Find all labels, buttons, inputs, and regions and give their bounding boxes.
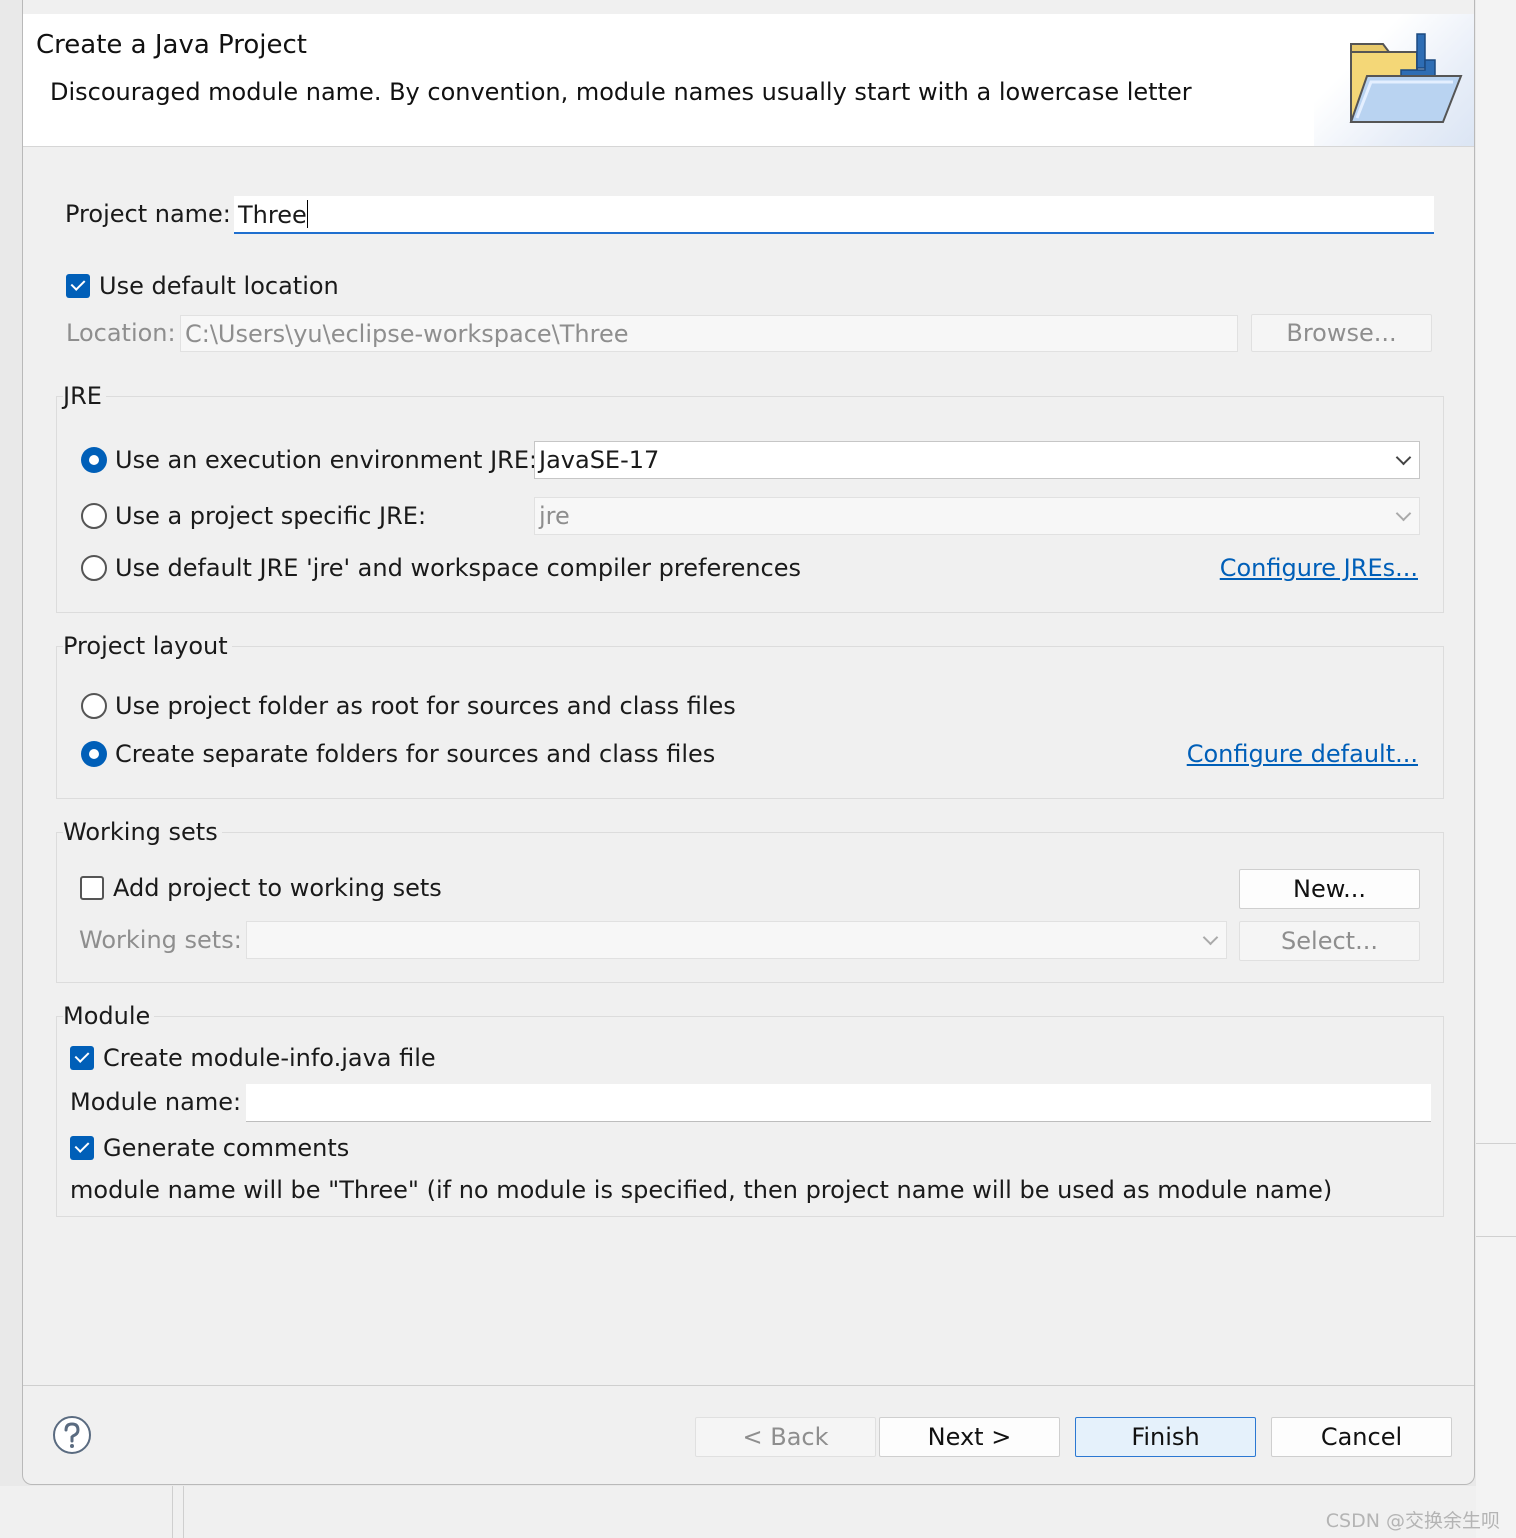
execution-environment-value: JavaSE-17 [539, 446, 660, 474]
module-name-label: Module name: [70, 1088, 242, 1116]
browse-button[interactable]: Browse... [1251, 314, 1432, 352]
project-name-input[interactable]: Three [234, 196, 1434, 234]
generate-comments-checkbox[interactable] [70, 1136, 94, 1160]
use-default-location-checkbox[interactable] [66, 274, 90, 298]
execution-environment-label[interactable]: Use an execution environment JRE: [115, 446, 537, 474]
background-window-right [1476, 0, 1516, 1538]
default-jre-radio[interactable] [81, 555, 107, 581]
background-divider [172, 1486, 173, 1538]
wizard-header: Create a Java Project Discouraged module… [23, 14, 1474, 147]
select-working-sets-button[interactable]: Select... [1239, 921, 1420, 961]
working-sets-group-title: Working sets [63, 818, 222, 846]
generate-comments-label[interactable]: Generate comments [103, 1134, 349, 1162]
add-to-working-sets-label[interactable]: Add project to working sets [113, 874, 442, 902]
module-group-title: Module [63, 1002, 155, 1030]
background-divider [1476, 1143, 1516, 1144]
project-root-radio[interactable] [81, 693, 107, 719]
separate-folders-label[interactable]: Create separate folders for sources and … [115, 740, 715, 768]
jre-group-title: JRE [63, 382, 106, 410]
create-module-info-label[interactable]: Create module-info.java file [103, 1044, 436, 1072]
project-name-value: Three [238, 200, 308, 229]
add-to-working-sets-checkbox[interactable] [80, 876, 104, 900]
next-button[interactable]: Next > [879, 1417, 1060, 1457]
new-java-project-dialog: Create a Java Project Discouraged module… [22, 0, 1475, 1485]
project-layout-group-title: Project layout [63, 632, 232, 660]
chevron-down-icon [1395, 449, 1412, 466]
create-module-info-checkbox[interactable] [70, 1046, 94, 1070]
background-divider [183, 1486, 184, 1538]
project-specific-jre-radio[interactable] [81, 503, 107, 529]
background-window-bottom [0, 1486, 1476, 1538]
cancel-button[interactable]: Cancel [1271, 1417, 1452, 1457]
configure-default-link[interactable]: Configure default... [1187, 740, 1418, 768]
location-input[interactable]: C:\Users\yu\eclipse-workspace\Three [180, 315, 1238, 352]
configure-jres-link[interactable]: Configure JREs... [1220, 554, 1418, 582]
use-default-location-label[interactable]: Use default location [99, 272, 339, 300]
module-name-info: module name will be "Three" (if no modul… [70, 1176, 1333, 1204]
chevron-down-icon [1395, 505, 1412, 522]
project-layout-group [56, 646, 1444, 799]
execution-environment-radio[interactable] [81, 447, 107, 473]
working-sets-group [56, 832, 1444, 983]
chevron-down-icon [1202, 929, 1219, 946]
dialog-title: Create a Java Project [36, 30, 307, 60]
working-sets-label: Working sets: [79, 926, 242, 954]
working-sets-select[interactable] [246, 921, 1227, 959]
help-icon[interactable] [52, 1415, 92, 1455]
project-specific-jre-select[interactable]: jre [534, 497, 1420, 535]
validation-message: Discouraged module name. By convention, … [50, 78, 1192, 106]
java-project-folder-icon [1349, 33, 1463, 123]
location-label: Location: [66, 319, 176, 347]
default-jre-label[interactable]: Use default JRE 'jre' and workspace comp… [115, 554, 801, 582]
background-divider [1476, 1236, 1516, 1237]
finish-button[interactable]: Finish [1075, 1417, 1256, 1457]
project-name-label: Project name: [65, 200, 231, 228]
footer-separator [23, 1385, 1474, 1386]
project-specific-jre-value: jre [539, 502, 570, 530]
separate-folders-radio[interactable] [81, 741, 107, 767]
project-root-label[interactable]: Use project folder as root for sources a… [115, 692, 736, 720]
back-button[interactable]: < Back [695, 1417, 876, 1457]
execution-environment-select[interactable]: JavaSE-17 [534, 441, 1420, 479]
watermark: CSDN @交换余生呗 [1325, 1510, 1500, 1532]
project-specific-jre-label[interactable]: Use a project specific JRE: [115, 502, 426, 530]
location-value: C:\Users\yu\eclipse-workspace\Three [185, 320, 629, 348]
module-name-input[interactable] [246, 1084, 1431, 1122]
dialog-top-strip [23, 0, 1474, 14]
new-working-set-button[interactable]: New... [1239, 869, 1420, 909]
